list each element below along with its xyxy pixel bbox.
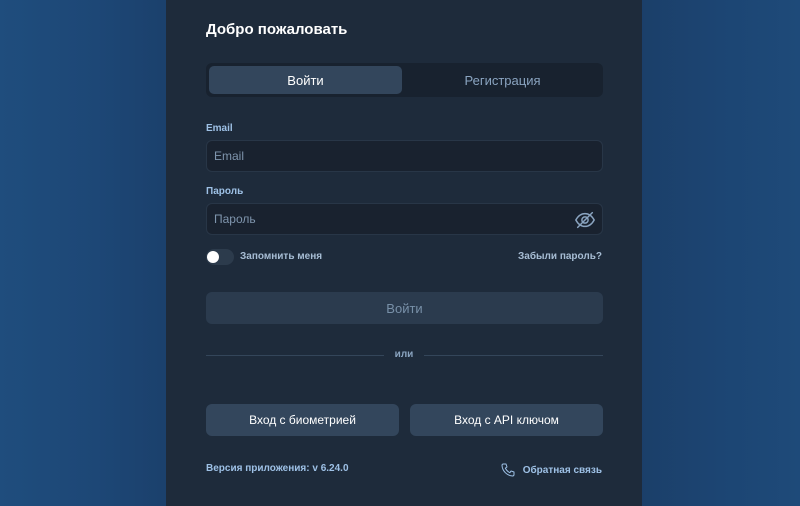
- password-field[interactable]: [206, 203, 603, 235]
- feedback-label: Обратная связь: [522, 464, 602, 476]
- forgot-password-link[interactable]: Забыли пароль?: [518, 251, 602, 262]
- phone-icon: [501, 463, 515, 477]
- biometric-login-button[interactable]: Вход с биометрией: [206, 404, 399, 436]
- eye-off-icon[interactable]: [574, 209, 596, 231]
- feedback-link[interactable]: Обратная связь: [500, 462, 602, 478]
- api-key-login-button[interactable]: Вход с API ключом: [410, 404, 603, 436]
- login-panel: Добро пожаловать Войти Регистрация Email…: [166, 0, 642, 506]
- tab-login[interactable]: Войти: [209, 66, 402, 94]
- login-button[interactable]: Войти: [206, 292, 603, 324]
- divider-left: [206, 355, 384, 356]
- tab-register[interactable]: Регистрация: [406, 66, 599, 94]
- remember-me-toggle[interactable]: [206, 249, 234, 265]
- divider-right: [424, 355, 603, 356]
- toggle-knob: [207, 251, 219, 263]
- page-title: Добро пожаловать: [206, 21, 348, 38]
- email-label: Email: [206, 123, 233, 134]
- divider-text: или: [394, 349, 414, 360]
- auth-tabs: Войти Регистрация: [206, 63, 603, 97]
- email-field[interactable]: [206, 140, 603, 172]
- app-version: Версия приложения: v 6.24.0: [206, 463, 349, 474]
- remember-me-label[interactable]: Запомнить меня: [240, 251, 322, 262]
- password-label: Пароль: [206, 186, 244, 197]
